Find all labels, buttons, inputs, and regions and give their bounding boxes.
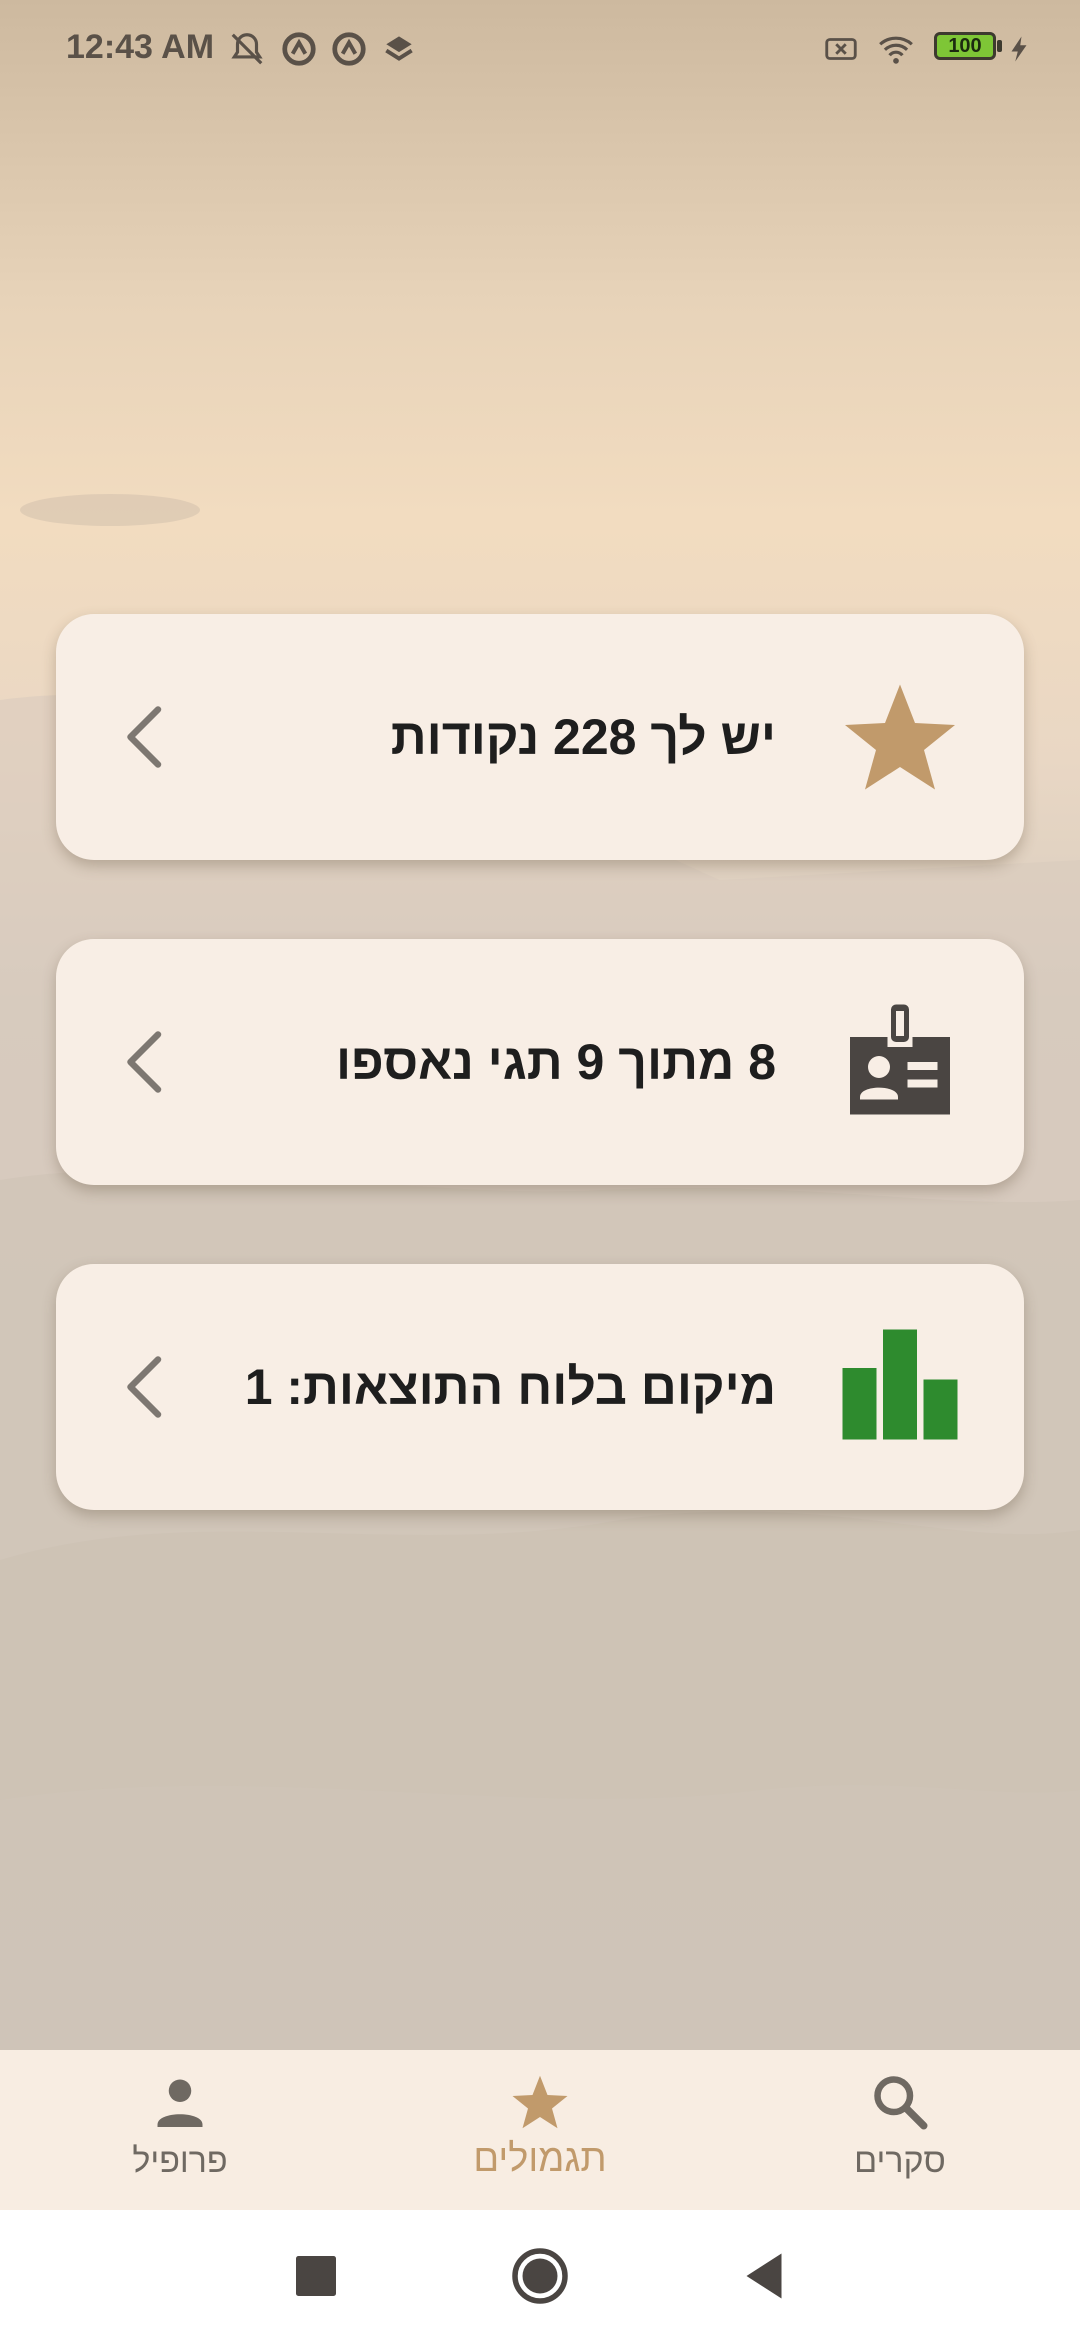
- app-icon: [332, 32, 366, 66]
- nav-item-rewards[interactable]: תגמולים: [410, 2050, 670, 2210]
- badges-text: 8 מתוך 9 תגי נאספו: [336, 1034, 776, 1090]
- points-card[interactable]: יש לך 228 נקודות: [56, 614, 1024, 860]
- nav-label-surveys: סקרים: [854, 2142, 946, 2180]
- bottom-navigation: פרופיל תגמולים סקרים: [0, 2050, 1080, 2210]
- no-sim-icon: [825, 38, 857, 60]
- back-button[interactable]: [734, 2246, 794, 2306]
- points-text: יש לך 228 נקודות: [390, 709, 776, 765]
- status-bar: 12:43 AM 100: [0, 0, 1080, 96]
- nav-item-surveys[interactable]: סקרים: [770, 2050, 1030, 2210]
- leaderboard-icon: [842, 1329, 958, 1440]
- dropbox-icon: [385, 36, 413, 61]
- star-icon: [512, 2075, 568, 2129]
- search-icon: [874, 2076, 928, 2130]
- badge-icon: [850, 1004, 950, 1115]
- battery-icon: 100: [934, 32, 996, 60]
- notifications-off-icon: [231, 33, 263, 65]
- status-time: 12:43 AM: [66, 28, 215, 66]
- nav-label-rewards: תגמולים: [473, 2138, 607, 2180]
- battery-level: 100: [948, 35, 982, 57]
- badges-card[interactable]: 8 מתוך 9 תגי נאספו: [56, 939, 1024, 1185]
- leaderboard-text: מיקום בלוח התוצאות: 1: [244, 1359, 776, 1415]
- battery-tip: [997, 40, 1002, 52]
- nav-label-profile: פרופיל: [132, 2142, 228, 2180]
- chevron-left-icon: [127, 1356, 162, 1418]
- nav-item-profile[interactable]: פרופיל: [50, 2050, 310, 2210]
- app-icon: [282, 32, 316, 66]
- person-icon: [157, 2079, 203, 2127]
- leaderboard-card[interactable]: מיקום בלוח התוצאות: 1: [56, 1264, 1024, 1510]
- wifi-icon: [879, 36, 913, 64]
- charging-icon: [1011, 36, 1027, 62]
- chevron-left-icon: [127, 706, 162, 768]
- star-icon: [845, 684, 955, 790]
- recent-apps-button[interactable]: [286, 2246, 346, 2306]
- system-navigation-bar: [0, 2210, 1080, 2340]
- home-button[interactable]: [510, 2246, 570, 2306]
- chevron-left-icon: [127, 1031, 162, 1093]
